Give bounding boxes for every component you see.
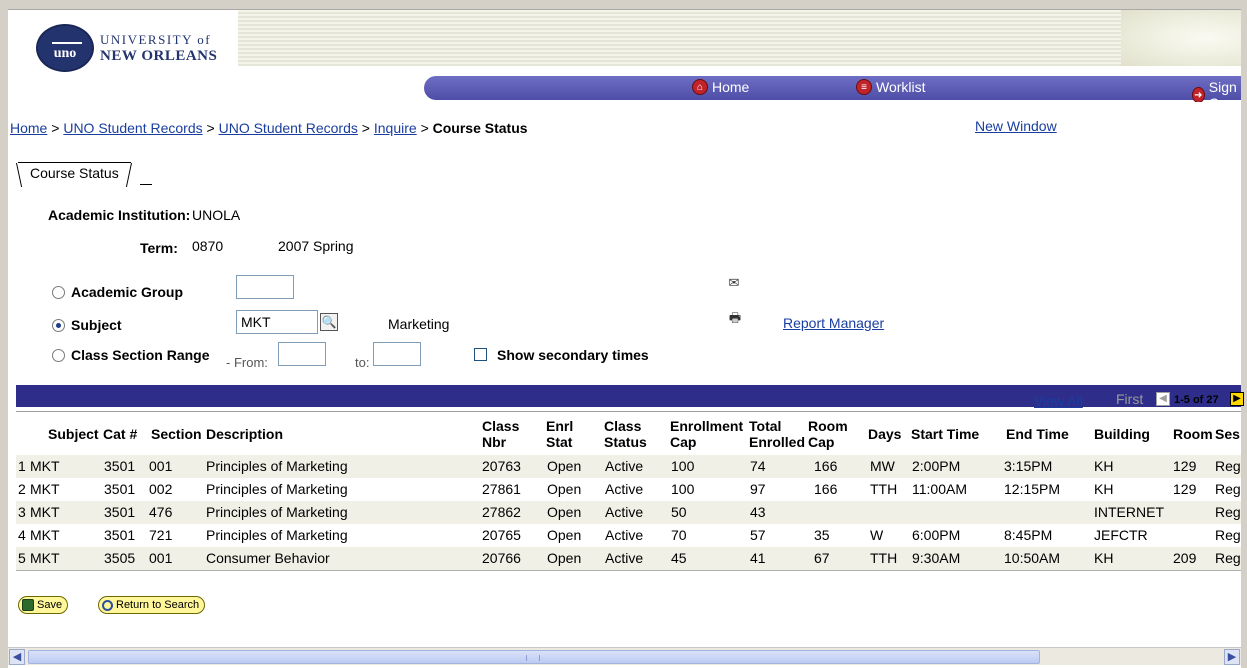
- breadcrumb-home[interactable]: Home: [10, 120, 47, 136]
- home-icon: ⌂: [692, 79, 708, 95]
- to-input[interactable]: [373, 342, 421, 366]
- col-start-time: Start Time: [911, 426, 980, 442]
- breadcrumb-uno-student-records[interactable]: UNO Student Records: [63, 120, 202, 136]
- academic-group-input[interactable]: [236, 275, 294, 299]
- col-building: Building: [1094, 426, 1150, 442]
- col-session: Ses: [1215, 426, 1240, 442]
- academic-group-radio[interactable]: [52, 285, 65, 299]
- logo-text: UNIVERSITY of NEW ORLEANS: [100, 32, 217, 64]
- from-input[interactable]: [278, 342, 326, 366]
- term-description: 2007 Spring: [278, 238, 354, 254]
- horizontal-scrollbar[interactable]: ◀ ▶: [8, 647, 1241, 665]
- home-link[interactable]: ⌂ Home: [692, 79, 749, 95]
- window-frame-right: [1241, 0, 1247, 668]
- subject-label: Subject: [71, 317, 122, 333]
- save-icon: [22, 599, 34, 611]
- from-label: - From:: [226, 355, 268, 370]
- tab-course-status[interactable]: Course Status: [18, 162, 131, 185]
- previous-arrow-icon[interactable]: ◀: [1156, 392, 1170, 406]
- subject-radio[interactable]: [52, 318, 65, 332]
- table-row[interactable]: 5 MKT 3505 001 Consumer Behavior 20766 O…: [16, 547, 1241, 570]
- pager-count: 1-5 of 27: [1174, 394, 1219, 406]
- show-secondary-times-label: Show secondary times: [497, 347, 649, 363]
- lookup-search-icon[interactable]: 🔍: [320, 313, 338, 331]
- term-label: Term:: [140, 240, 178, 256]
- scrollbar-thumb[interactable]: [28, 650, 1040, 664]
- search-icon: [102, 599, 113, 611]
- new-window-link[interactable]: New Window: [975, 118, 1057, 134]
- class-section-range-option[interactable]: Class Section Range: [52, 347, 210, 363]
- col-class-nbr: Class Nbr: [482, 418, 520, 450]
- col-description: Description: [206, 426, 284, 442]
- col-days: Days: [868, 426, 902, 442]
- university-logo[interactable]: uno UNIVERSITY of NEW ORLEANS: [36, 24, 217, 72]
- col-enrl-stat: Enrl Stat: [546, 418, 574, 450]
- signout-arrow-icon: ➜: [1192, 87, 1205, 102]
- report-manager-link[interactable]: Report Manager: [783, 315, 884, 331]
- print-icon[interactable]: 🖶: [726, 310, 744, 326]
- logo-line1: UNIVERSITY of: [100, 32, 212, 47]
- worklist-link[interactable]: ≡ Worklist: [856, 79, 926, 95]
- worklist-label: Worklist: [876, 79, 926, 95]
- next-arrow-icon[interactable]: ▶: [1230, 392, 1244, 406]
- breadcrumb: Home > UNO Student Records > UNO Student…: [10, 120, 528, 136]
- grid-navigation: View All First ◀ 1-5 of 27 ▶: [16, 391, 1244, 411]
- table-row[interactable]: 3 MKT 3501 476 Principles of Marketing 2…: [16, 501, 1241, 524]
- return-to-search-button[interactable]: Return to Search: [98, 596, 206, 614]
- subject-option[interactable]: Subject: [52, 317, 122, 333]
- col-class-status: Class Status: [604, 418, 647, 450]
- table-row[interactable]: 1 MKT 3501 001 Principles of Marketing 2…: [16, 455, 1241, 478]
- grid-bottom-border: [16, 570, 1241, 571]
- save-button[interactable]: Save: [18, 596, 69, 614]
- col-cat: Cat #: [103, 426, 138, 442]
- worklist-icon: ≡: [856, 79, 872, 95]
- banner-swirl-decoration: [1121, 10, 1241, 66]
- first-link[interactable]: First: [1116, 391, 1143, 407]
- institution-value: UNOLA: [192, 207, 241, 223]
- grid-header: Subject Cat # Section Description Class N…: [16, 411, 1241, 453]
- window-frame-left: [0, 0, 8, 668]
- breadcrumb-current: Course Status: [432, 120, 528, 136]
- subject-description: Marketing: [388, 316, 450, 332]
- notify-icon[interactable]: ✉: [725, 275, 743, 291]
- breadcrumb-inquire[interactable]: Inquire: [374, 120, 417, 136]
- col-enrollment-cap: Enrollment Cap: [670, 418, 744, 450]
- tab-underline: [140, 184, 152, 185]
- banner-decoration: [238, 10, 1241, 66]
- signout-link[interactable]: ➜ Sign C: [1192, 79, 1241, 102]
- academic-group-option[interactable]: Academic Group: [52, 284, 183, 300]
- institution-label: Academic Institution:: [48, 207, 191, 223]
- breadcrumb-uno-student-records-2[interactable]: UNO Student Records: [219, 120, 358, 136]
- col-subject: Subject: [48, 426, 99, 442]
- col-end-time: End Time: [1006, 426, 1069, 442]
- class-section-range-radio[interactable]: [52, 348, 65, 362]
- logo-line2: NEW ORLEANS: [100, 48, 218, 64]
- header-banner: uno UNIVERSITY of NEW ORLEANS ⌂ Home ≡ W…: [8, 10, 1241, 102]
- top-nav-bar: ⌂ Home ≡ Worklist ➜ Sign C: [424, 76, 1241, 102]
- window-frame-top: [0, 0, 1247, 10]
- signout-label: Sign C: [1208, 79, 1237, 102]
- term-code: 0870: [192, 238, 224, 254]
- subject-input[interactable]: [236, 310, 318, 334]
- table-row[interactable]: 2 MKT 3501 002 Principles of Marketing 2…: [16, 478, 1241, 501]
- home-label: Home: [712, 79, 750, 95]
- scroll-right-arrow-icon[interactable]: ▶: [1224, 649, 1240, 665]
- uno-seal-icon: uno: [36, 24, 94, 72]
- academic-group-label: Academic Group: [71, 284, 184, 300]
- show-secondary-times-checkbox[interactable]: [474, 348, 487, 361]
- view-all-link[interactable]: View All: [1034, 393, 1083, 409]
- col-total-enrolled: Total Enrolled: [749, 418, 806, 450]
- col-section: Section: [151, 426, 202, 442]
- table-row[interactable]: 4 MKT 3501 721 Principles of Marketing 2…: [16, 524, 1241, 547]
- scroll-left-arrow-icon[interactable]: ◀: [9, 649, 25, 665]
- col-room: Room: [1173, 426, 1213, 442]
- tab-label: Course Status: [30, 165, 119, 181]
- class-section-range-label: Class Section Range: [71, 347, 210, 363]
- to-label: to:: [355, 355, 370, 370]
- col-room-cap: Room Cap: [808, 418, 848, 450]
